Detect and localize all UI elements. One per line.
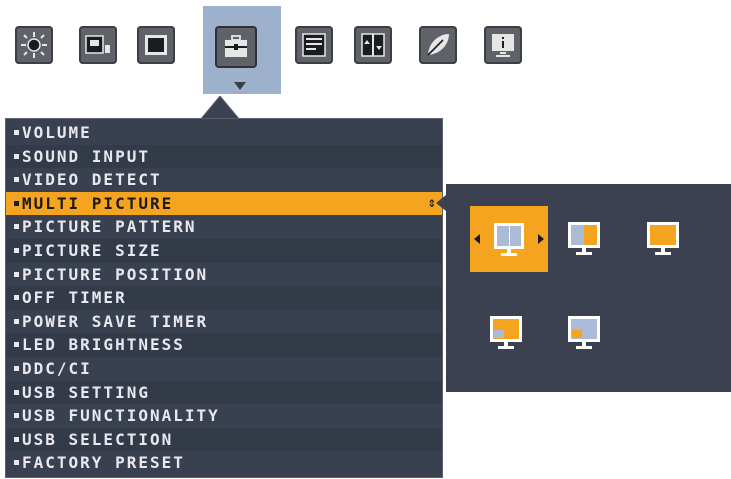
menu-item-factory-preset[interactable]: FACTORY PRESET [6,451,442,475]
menu-item-usb-functionality[interactable]: USB FUNCTIONALITY [6,404,442,428]
menu-item-label: PICTURE POSITION [22,264,209,284]
bullet-icon [14,295,19,301]
menu-item-label: VIDEO DETECT [22,170,162,190]
menu-item-volume[interactable]: VOLUME [6,121,442,145]
tab-screen[interactable] [137,26,175,64]
tab-tools[interactable] [215,26,257,68]
menu-item-label: USB SETTING [22,382,150,402]
menu-item-label: DDC/CI [22,358,92,378]
screen-frame-icon [145,35,167,55]
menu-item-label: VOLUME [22,123,92,142]
menu-item-label: MULTI PICTURE [22,193,174,213]
menu-item-label: LED BRIGHTNESS [22,335,185,355]
menu-item-sound-input[interactable]: SOUND INPUT [6,144,442,169]
menu-item-power-save-timer[interactable]: POWER SAVE TIMER [6,309,442,334]
left-arrow-icon [474,234,480,244]
split-screen-icon [361,33,385,57]
monitor-info-icon [492,34,514,57]
submenu-pointer [436,195,446,211]
tab-input[interactable] [79,26,117,64]
bullet-icon [14,342,19,348]
menu-item-label: FACTORY PRESET [22,453,185,473]
bullet-icon [14,318,19,324]
menu-item-picture-position[interactable]: PICTURE POSITION [6,262,442,287]
menu-item-label: POWER SAVE TIMER [22,311,209,331]
right-arrow-icon [538,234,544,244]
bullet-icon [14,436,19,442]
pattern-full-single[interactable] [638,214,688,262]
osd-tab-bar [0,0,560,100]
menu-item-list: VOLUME SOUND INPUT VIDEO DETECT MULTI PICTU… [6,119,442,475]
eco-leaf-icon [427,34,449,56]
bullet-icon [14,200,19,206]
bullet-icon [14,247,19,253]
menu-item-label: OFF TIMER [22,288,127,308]
pip-pattern-icon [490,316,522,349]
menu-item-picture-size[interactable]: PICTURE SIZE [6,238,442,263]
menu-item-multi-picture[interactable]: MULTI PICTURE ⇕ [6,191,442,216]
tab-split[interactable] [354,26,392,64]
bullet-icon [14,389,19,395]
bullet-icon [14,224,19,230]
split-pattern-icon [568,222,600,255]
menu-item-picture-pattern[interactable]: PICTURE PATTERN [6,215,442,239]
menu-item-led-brightness[interactable]: LED BRIGHTNESS [6,333,442,357]
tab-eco[interactable] [419,26,457,64]
side-by-side-pattern-icon [494,223,524,256]
bullet-icon [14,460,19,466]
menu-item-usb-setting[interactable]: USB SETTING [6,380,442,405]
pattern-pip-1[interactable] [481,308,531,356]
menu-item-ddc-ci[interactable]: DDC/CI [6,356,442,381]
bullet-icon [14,153,19,159]
osd-settings-icon [302,33,326,57]
full-screen-pattern-icon [647,222,679,255]
tab-pointer-arrow [234,82,246,90]
toolbox-icon [225,35,247,57]
bullet-icon [14,413,19,419]
menu-item-label: PICTURE PATTERN [22,217,197,237]
pattern-side-by-side[interactable] [470,206,548,272]
pattern-split[interactable] [559,214,609,262]
menu-item-label: PICTURE SIZE [22,240,162,260]
menu-item-label: SOUND INPUT [22,146,150,166]
menu-item-usb-selection[interactable]: USB SELECTION [6,427,442,452]
pip-inverse-pattern-icon [568,316,600,349]
menu-item-label: USB FUNCTIONALITY [22,406,220,426]
tab-osd[interactable] [295,26,333,64]
tab-info[interactable] [484,26,522,64]
display-input-icon [85,35,110,54]
tools-menu: VOLUME SOUND INPUT VIDEO DETECT MULTI PICTU… [5,118,443,478]
tab-brightness[interactable] [15,26,53,64]
menu-item-label: USB SELECTION [22,429,174,449]
brightness-sun-icon [21,32,47,58]
bullet-icon [14,130,19,135]
bullet-icon [14,177,19,183]
pattern-pip-2[interactable] [559,308,609,356]
menu-item-off-timer[interactable]: OFF TIMER [6,286,442,310]
bullet-icon [14,271,19,277]
multi-picture-submenu [446,184,731,392]
menu-tail [200,96,240,120]
menu-item-video-detect[interactable]: VIDEO DETECT [6,168,442,192]
bullet-icon [14,365,19,371]
